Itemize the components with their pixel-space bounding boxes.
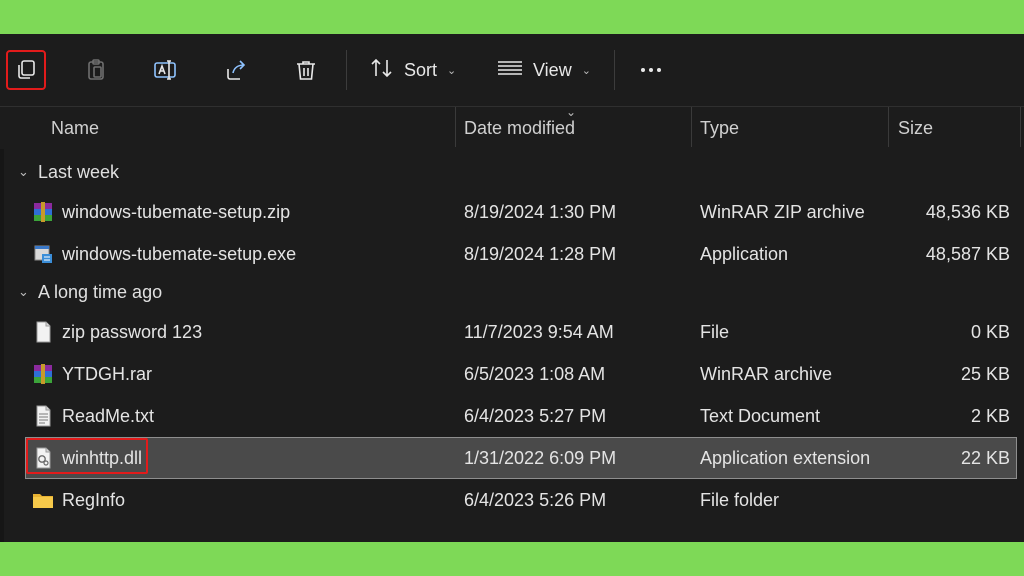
chevron-down-icon: ⌄ — [581, 64, 591, 77]
file-date: 8/19/2024 1:30 PM — [464, 201, 617, 222]
file-name: windows-tubemate-setup.exe — [62, 243, 297, 264]
more-options-button[interactable] — [636, 58, 666, 82]
navigation-pane-edge — [0, 106, 4, 542]
file-name: winhttp.dll — [62, 447, 143, 468]
file-date: 1/31/2022 6:09 PM — [464, 447, 617, 468]
chevron-down-icon: ⌄ — [18, 284, 29, 299]
file-type: File — [700, 321, 730, 342]
command-bar: Sort ⌄ View ⌄ — [0, 34, 1024, 106]
chevron-down-icon: ⌄ — [447, 64, 457, 77]
file-name: RegInfo — [62, 489, 126, 510]
file-explorer-window: Sort ⌄ View ⌄ Name ⌄ Date modified Type … — [0, 34, 1024, 542]
group-label: Last week — [38, 161, 120, 182]
file-date: 6/5/2023 1:08 AM — [464, 363, 606, 384]
trash-icon — [294, 58, 318, 82]
winrar-archive-icon — [32, 201, 54, 223]
text-file-icon — [32, 405, 54, 427]
more-icon-dot — [657, 68, 661, 72]
copy-icon — [14, 58, 38, 82]
view-button[interactable]: View ⌄ — [497, 52, 591, 88]
column-header-type[interactable]: Type — [700, 107, 739, 149]
file-row-selected[interactable]: winhttp.dll 1/31/2022 6:09 PM Applicatio… — [25, 437, 1017, 479]
file-type: Application — [700, 243, 789, 264]
file-type: Text Document — [700, 405, 821, 426]
file-date: 11/7/2023 9:54 AM — [464, 321, 614, 342]
group-header-a-long-time-ago[interactable]: ⌄ A long time ago — [18, 279, 162, 305]
copy-button[interactable] — [6, 50, 46, 90]
rename-button[interactable] — [148, 52, 184, 88]
sort-icon — [370, 57, 394, 84]
column-divider[interactable] — [691, 107, 692, 147]
view-icon — [497, 58, 523, 83]
column-divider[interactable] — [1020, 107, 1021, 147]
group-label: A long time ago — [38, 281, 163, 302]
file-name: YTDGH.rar — [62, 363, 152, 384]
blank-file-icon — [32, 321, 54, 343]
file-size: 48,536 KB — [925, 201, 1010, 222]
setup-exe-icon — [32, 243, 54, 265]
view-label: View — [533, 59, 572, 80]
column-header-date-modified[interactable]: Date modified — [464, 107, 575, 149]
file-size: 2 KB — [970, 405, 1010, 426]
paste-icon — [84, 58, 108, 82]
file-date: 8/19/2024 1:28 PM — [464, 243, 617, 264]
file-name: windows-tubemate-setup.zip — [62, 201, 291, 222]
file-row[interactable]: ReadMe.txt 6/4/2023 5:27 PM Text Documen… — [26, 396, 1016, 436]
winrar-archive-icon — [32, 363, 54, 385]
rename-icon — [153, 58, 179, 82]
file-name: ReadMe.txt — [62, 405, 155, 426]
file-type: WinRAR ZIP archive — [700, 201, 865, 222]
file-type: Application extension — [700, 447, 871, 468]
file-row[interactable]: windows-tubemate-setup.exe 8/19/2024 1:2… — [26, 234, 1016, 274]
column-divider[interactable] — [455, 107, 456, 147]
file-type: File folder — [700, 489, 780, 510]
file-date: 6/4/2023 5:26 PM — [464, 489, 607, 510]
file-row[interactable]: windows-tubemate-setup.zip 8/19/2024 1:3… — [26, 192, 1016, 232]
share-button[interactable] — [218, 52, 254, 88]
dll-file-icon — [32, 447, 54, 469]
file-name: zip password 123 — [62, 321, 203, 342]
file-row[interactable]: YTDGH.rar 6/5/2023 1:08 AM WinRAR archiv… — [26, 354, 1016, 394]
share-icon — [224, 58, 248, 82]
file-size: 25 KB — [960, 363, 1010, 384]
file-row[interactable]: RegInfo 6/4/2023 5:26 PM File folder — [26, 480, 1016, 520]
file-date: 6/4/2023 5:27 PM — [464, 405, 607, 426]
paste-button[interactable] — [78, 52, 114, 88]
toolbar-separator — [614, 50, 615, 90]
column-header-size[interactable]: Size — [898, 107, 933, 149]
folder-icon — [32, 489, 54, 511]
file-size — [890, 480, 1010, 520]
file-type: WinRAR archive — [700, 363, 833, 384]
group-header-last-week[interactable]: ⌄ Last week — [18, 159, 119, 185]
file-size: 0 KB — [970, 321, 1010, 342]
file-size: 48,587 KB — [925, 243, 1010, 264]
column-divider[interactable] — [888, 107, 889, 147]
delete-button[interactable] — [288, 52, 324, 88]
toolbar-separator — [346, 50, 347, 90]
column-header-bar: Name ⌄ Date modified Type Size — [0, 105, 1024, 149]
file-size: 22 KB — [960, 447, 1010, 468]
column-header-name[interactable]: Name — [51, 107, 99, 149]
more-icon — [641, 68, 645, 72]
chevron-down-icon: ⌄ — [18, 164, 29, 179]
more-icon-dot — [649, 68, 653, 72]
sort-label: Sort — [404, 59, 438, 80]
sort-button[interactable]: Sort ⌄ — [370, 52, 456, 88]
file-row[interactable]: zip password 123 11/7/2023 9:54 AM File … — [26, 312, 1016, 352]
